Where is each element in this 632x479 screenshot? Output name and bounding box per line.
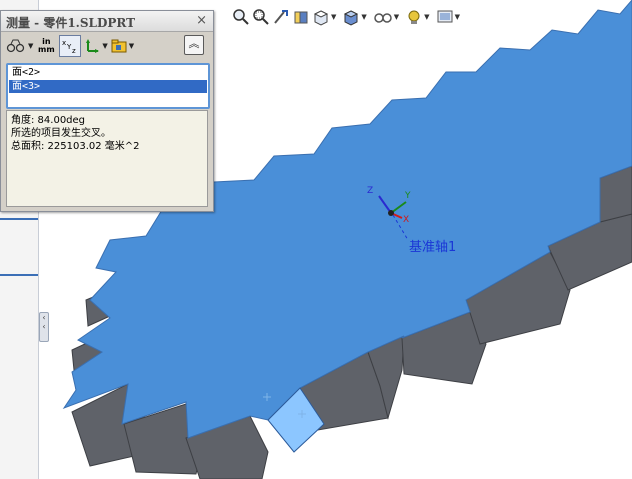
measure-dialog: 测量 - 零件1.SLDPRT × ▼ in mm xYz ▼ ▼ ︽ 面<2>… bbox=[0, 10, 214, 212]
previous-view-icon[interactable] bbox=[272, 6, 290, 28]
total-area-result: 总面积: 225103.02 毫米^2 bbox=[11, 141, 140, 152]
zoom-to-fit-icon[interactable] bbox=[232, 6, 250, 28]
display-style-icon[interactable]: ▼ bbox=[342, 6, 370, 28]
heads-up-view-toolbar: ▼ ▼ ▼ ▼ ▼ bbox=[232, 6, 464, 28]
selection-list[interactable]: 面<2> 面<3> bbox=[6, 63, 210, 109]
list-item[interactable]: 面<2> bbox=[9, 66, 207, 79]
close-icon[interactable]: × bbox=[196, 13, 207, 29]
measure-results: 角度: 84.00deg 所选的项目发生交叉。 总面积: 225103.02 毫… bbox=[6, 110, 208, 207]
list-item[interactable]: 面<3> bbox=[9, 80, 207, 93]
triad-x-label: X bbox=[403, 215, 409, 225]
measure-titlebar[interactable]: 测量 - 零件1.SLDPRT × bbox=[1, 11, 213, 32]
triad-z-label: Z bbox=[367, 186, 373, 196]
edit-appearance-icon[interactable]: ▼ bbox=[405, 6, 433, 28]
zoom-area-icon[interactable] bbox=[252, 6, 270, 28]
section-view-icon[interactable] bbox=[292, 6, 310, 28]
angle-result: 角度: 84.00deg bbox=[11, 115, 86, 126]
show-xyz-measurements-button[interactable]: xYz bbox=[59, 35, 82, 57]
point-to-point-button[interactable]: ▼ bbox=[84, 36, 108, 56]
measure-history-button[interactable]: ▼ bbox=[111, 36, 134, 56]
triad-y-label: Y bbox=[404, 191, 411, 201]
xyz-icon: xYz bbox=[62, 39, 76, 54]
strip-divider-1 bbox=[0, 218, 38, 220]
intersect-note: 所选的项目发生交叉。 bbox=[11, 128, 111, 139]
svg-text:x: x bbox=[62, 39, 66, 47]
arc-circle-measure-icon bbox=[6, 39, 25, 53]
svg-text:z: z bbox=[72, 47, 76, 54]
arc-circle-measure-button[interactable]: ▼ bbox=[6, 36, 33, 56]
units-bottom-label: mm bbox=[38, 45, 55, 54]
panel-splitter-handle[interactable]: ‹ ‹ bbox=[39, 312, 49, 342]
apply-scene-icon[interactable]: ▼ bbox=[436, 6, 464, 28]
measure-title: 测量 - 零件1.SLDPRT bbox=[6, 16, 136, 30]
datum-axis-label[interactable]: 基准轴1 bbox=[409, 236, 456, 255]
coordinate-system-icon bbox=[86, 39, 100, 53]
strip-divider-2 bbox=[0, 274, 38, 276]
view-orientation-icon[interactable]: ▼ bbox=[312, 6, 340, 28]
measure-toolbar: ▼ in mm xYz ▼ ▼ ︽ bbox=[6, 34, 208, 58]
hide-show-icon[interactable]: ▼ bbox=[373, 6, 403, 28]
units-precision-button[interactable]: in mm bbox=[36, 36, 56, 56]
collapse-button[interactable]: ︽ bbox=[184, 35, 204, 55]
folder-icon bbox=[111, 39, 127, 53]
